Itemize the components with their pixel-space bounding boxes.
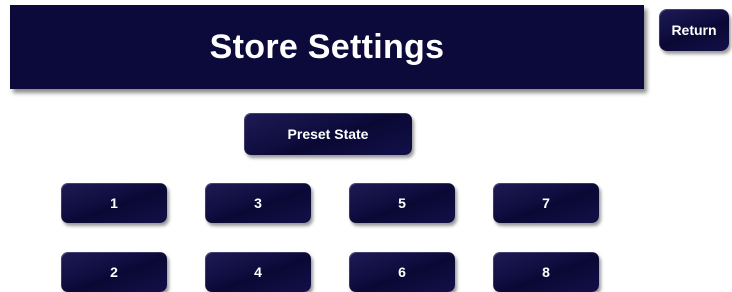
preset-4-button[interactable]: 4 bbox=[205, 252, 311, 292]
return-button[interactable]: Return bbox=[659, 9, 729, 51]
preset-2-button[interactable]: 2 bbox=[61, 252, 167, 292]
title-banner: Store Settings bbox=[10, 5, 644, 89]
store-settings-screen: Store Settings Return Preset State 1 3 5… bbox=[0, 0, 732, 292]
page-title: Store Settings bbox=[209, 27, 445, 66]
preset-1-button[interactable]: 1 bbox=[61, 183, 167, 223]
preset-7-button[interactable]: 7 bbox=[493, 183, 599, 223]
preset-state-button[interactable]: Preset State bbox=[244, 113, 412, 155]
preset-3-button[interactable]: 3 bbox=[205, 183, 311, 223]
preset-6-button[interactable]: 6 bbox=[349, 252, 455, 292]
preset-8-button[interactable]: 8 bbox=[493, 252, 599, 292]
preset-5-button[interactable]: 5 bbox=[349, 183, 455, 223]
